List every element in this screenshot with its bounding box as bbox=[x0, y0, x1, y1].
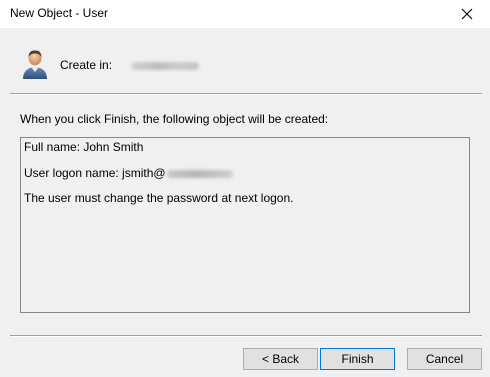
intro-text: When you click Finish, the following obj… bbox=[20, 112, 329, 126]
summary-password-note: The user must change the password at nex… bbox=[24, 191, 294, 205]
header-divider bbox=[10, 93, 482, 95]
finish-button[interactable]: Finish bbox=[320, 348, 395, 370]
close-icon bbox=[461, 8, 473, 20]
cancel-button[interactable]: Cancel bbox=[407, 348, 482, 370]
footer-divider bbox=[10, 335, 482, 337]
summary-logon-name-text: User logon name: jsmith@ bbox=[24, 166, 166, 180]
create-in-path-redacted bbox=[131, 62, 199, 70]
summary-logon-name: User logon name: jsmith@ bbox=[24, 166, 233, 180]
summary-full-name: Full name: John Smith bbox=[24, 140, 144, 154]
summary-box[interactable]: Full name: John Smith User logon name: j… bbox=[20, 137, 470, 313]
title-bar: New Object - User bbox=[0, 0, 490, 28]
create-in-label: Create in: bbox=[60, 58, 113, 72]
header: Create in: bbox=[0, 28, 490, 94]
close-button[interactable] bbox=[444, 0, 490, 28]
window-title: New Object - User bbox=[10, 6, 109, 20]
back-button[interactable]: < Back bbox=[243, 348, 318, 370]
user-icon bbox=[23, 50, 47, 79]
logon-domain-redacted bbox=[166, 169, 233, 178]
